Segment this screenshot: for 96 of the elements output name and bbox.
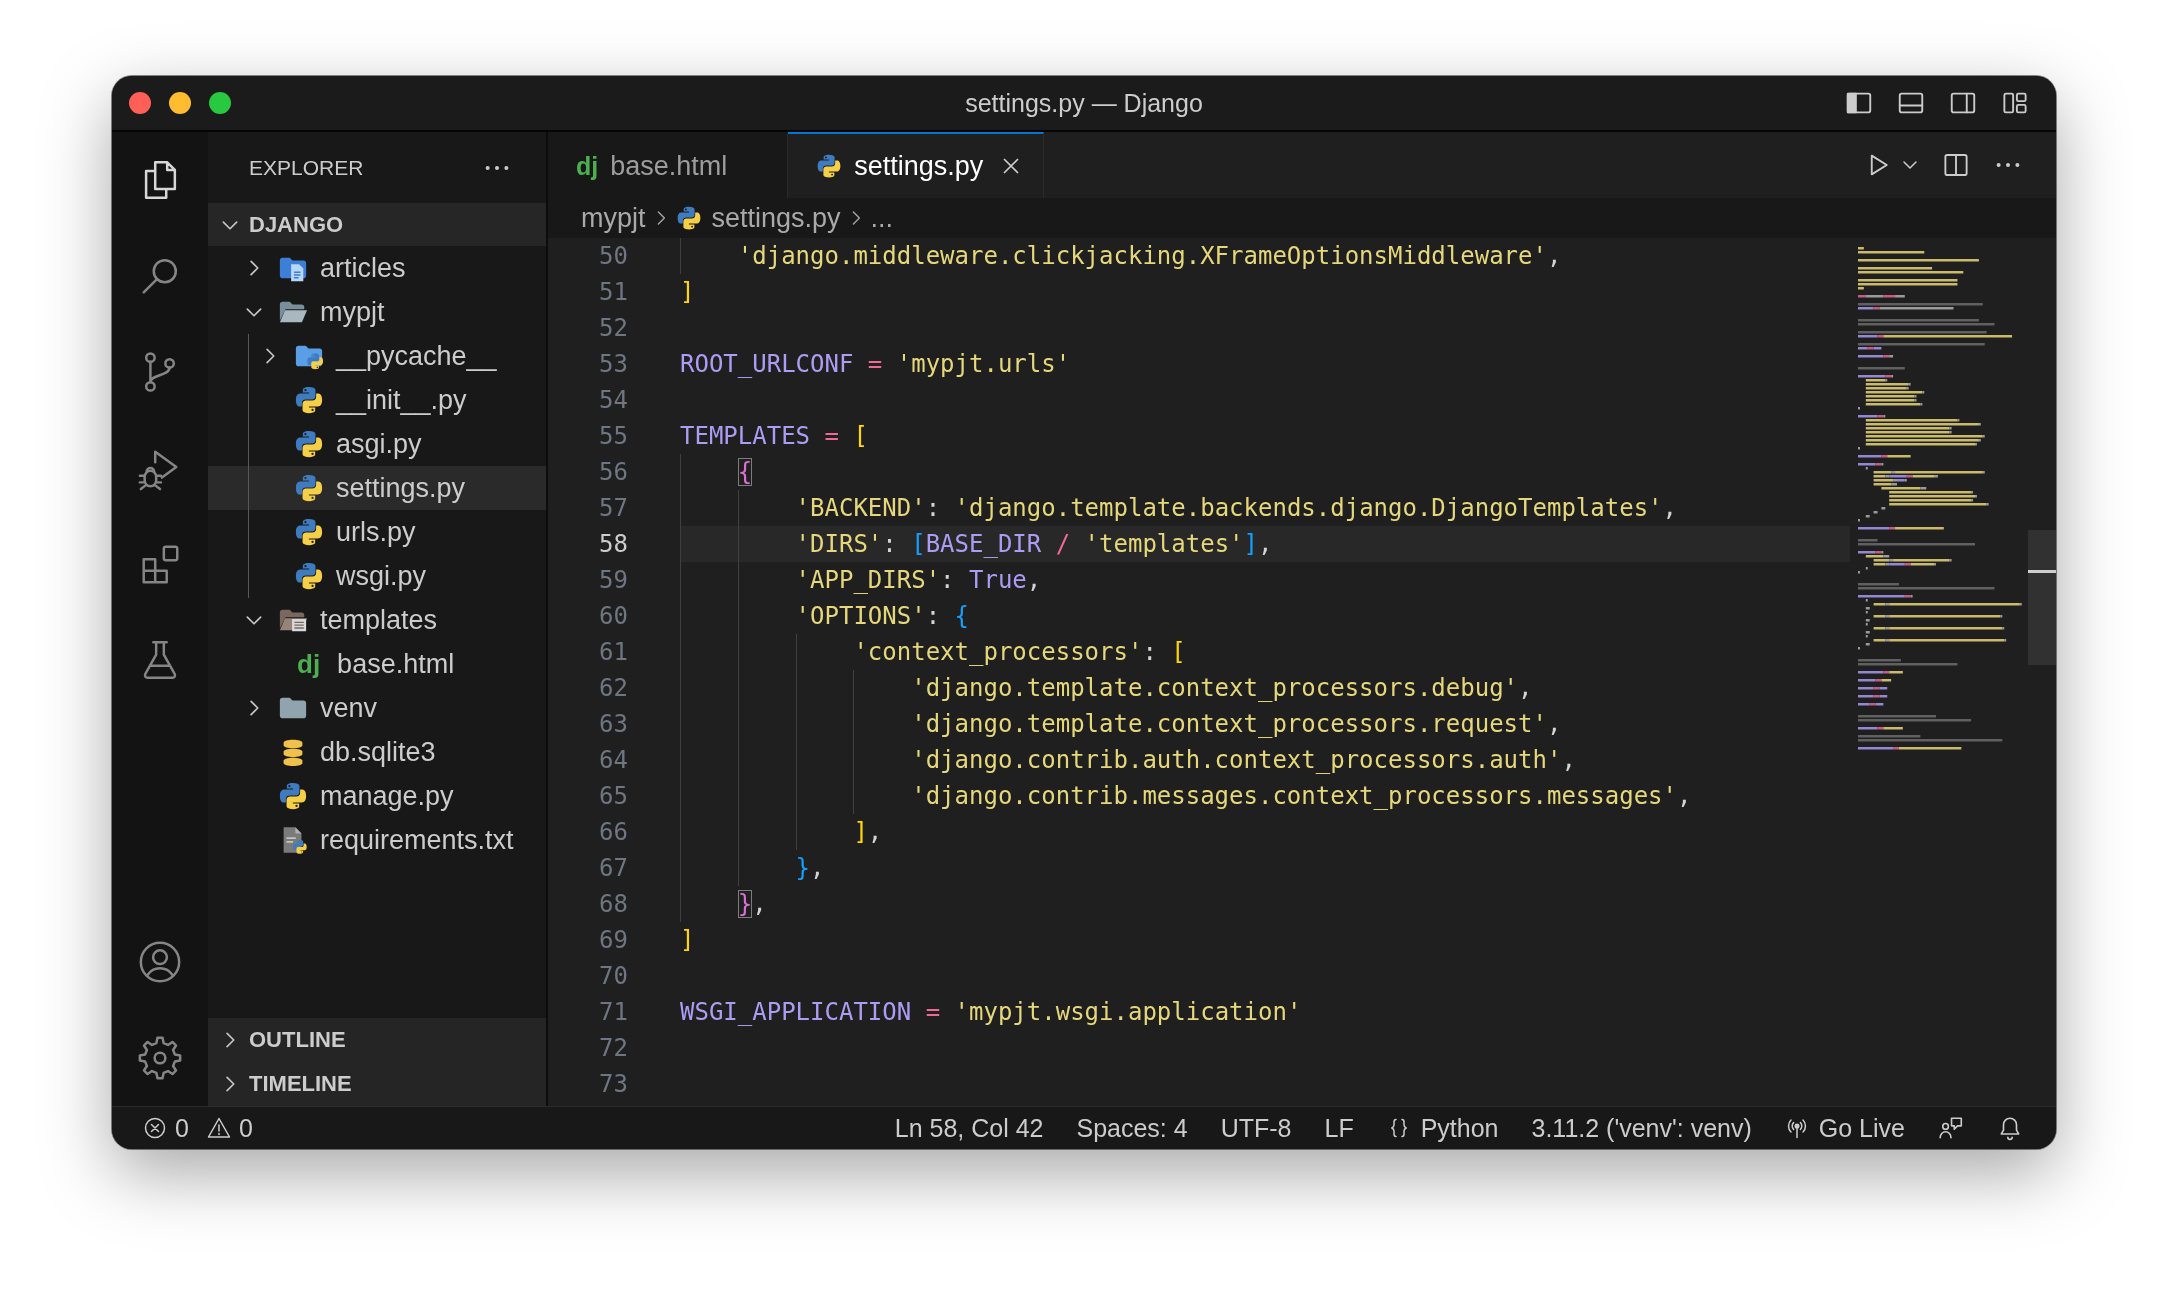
line-number: 58 xyxy=(599,530,628,558)
line-number: 70 xyxy=(599,962,628,990)
line-number: 61 xyxy=(599,638,628,666)
line-number: 59 xyxy=(599,566,628,594)
section-header[interactable]: TIMELINE xyxy=(208,1062,546,1106)
line-number: 56 xyxy=(599,458,628,486)
warning-count[interactable]: 0 xyxy=(238,1113,253,1143)
code-line: 'django.contrib.messages.context_processors.messages', xyxy=(911,781,1692,812)
tree-item[interactable]: venv xyxy=(208,686,546,730)
line-number: 65 xyxy=(599,782,628,810)
python-icon xyxy=(294,385,324,415)
python-icon xyxy=(278,781,308,811)
line-number: 51 xyxy=(599,278,628,306)
line-number: 62 xyxy=(599,674,628,702)
python-icon xyxy=(816,153,843,179)
status-item[interactable]: UTF-8 xyxy=(1220,1113,1292,1143)
code-line: 'django.template.context_processors.request', xyxy=(911,709,1562,740)
status-item[interactable]: 3.11.2 ('venv': venv) xyxy=(1531,1113,1752,1143)
status-item[interactable]: Ln 58, Col 42 xyxy=(894,1113,1044,1143)
line-number: 57 xyxy=(599,494,628,522)
line-number: 68 xyxy=(599,890,628,918)
error-icon[interactable] xyxy=(143,1116,167,1140)
line-number: 52 xyxy=(599,314,628,342)
python-icon xyxy=(294,561,324,591)
code-line: WSGI_APPLICATION = 'mypjt.wsgi.application' xyxy=(680,997,1302,1028)
breadcrumb-item[interactable]: mypjt xyxy=(581,202,646,234)
tree-item[interactable]: requirements.txt xyxy=(208,818,546,862)
code-line: TEMPLATES = [ xyxy=(680,421,868,452)
editor-tab[interactable]: dj base.html xyxy=(548,132,789,198)
status-item[interactable]: LF xyxy=(1324,1113,1354,1143)
editor-tab[interactable]: settings.py xyxy=(788,132,1045,198)
line-number: 67 xyxy=(599,854,628,882)
code-line: 'django.middleware.clickjacking.XFrameOptionsMiddleware', xyxy=(737,241,1562,272)
tree-item[interactable]: templates xyxy=(208,598,546,642)
python-icon xyxy=(294,429,324,459)
line-number: 71 xyxy=(599,998,628,1026)
python-icon xyxy=(294,517,324,547)
python-icon xyxy=(675,205,702,231)
status-item[interactable]: Spaces: 4 xyxy=(1076,1113,1188,1143)
window-title: settings.py — Django xyxy=(965,88,1203,118)
code-line: ROOT_URLCONF = 'mypjt.urls' xyxy=(680,349,1071,380)
line-number: 63 xyxy=(599,710,628,738)
code-line: 'APP_DIRS': True, xyxy=(795,565,1042,596)
window-minimize-button[interactable] xyxy=(169,92,191,114)
django-icon: dj xyxy=(576,151,599,181)
line-number: 72 xyxy=(599,1034,628,1062)
window-zoom-button[interactable] xyxy=(209,92,231,114)
tree-item[interactable]: settings.py xyxy=(208,466,546,510)
code-line: 'DIRS': [BASE_DIR / 'templates'], xyxy=(795,529,1273,560)
tree-item[interactable]: urls.py xyxy=(208,510,546,554)
tree-item[interactable]: asgi.py xyxy=(208,422,546,466)
account-icon[interactable] xyxy=(137,939,183,985)
tree-item[interactable]: mypjt xyxy=(208,290,546,334)
tree-item[interactable]: __init__.py xyxy=(208,378,546,422)
django-icon: dj xyxy=(297,648,321,680)
scrollbar-thumb[interactable] xyxy=(2028,530,2056,665)
folder-header[interactable]: DJANGO xyxy=(208,203,546,246)
python-icon xyxy=(294,473,324,503)
tree-item[interactable]: wsgi.py xyxy=(208,554,546,598)
section-header[interactable]: OUTLINE xyxy=(208,1018,546,1062)
window-close-button[interactable] xyxy=(129,92,151,114)
line-number: 60 xyxy=(599,602,628,630)
code-line: { xyxy=(737,457,753,488)
code-line: 'OPTIONS': { xyxy=(795,601,969,632)
line-number: 50 xyxy=(599,242,628,270)
line-number: 53 xyxy=(599,350,628,378)
tree-item[interactable]: dj base.html xyxy=(208,642,546,686)
breadcrumb-item[interactable]: settings.py xyxy=(675,202,841,234)
code-line: }, xyxy=(795,853,825,884)
warning-icon[interactable] xyxy=(206,1116,231,1140)
code-line: 'django.contrib.auth.context_processors.auth', xyxy=(911,745,1576,776)
line-number: 73 xyxy=(599,1070,628,1098)
line-number: 66 xyxy=(599,818,628,846)
code-line: 'BACKEND': 'django.template.backends.django.DjangoTemplates', xyxy=(795,493,1677,524)
tree-item[interactable]: manage.py xyxy=(208,774,546,818)
line-number: 64 xyxy=(599,746,628,774)
tree-item[interactable]: articles xyxy=(208,246,546,290)
feedback-icon[interactable] xyxy=(1938,1115,1964,1141)
cursor-marker xyxy=(2028,570,2056,573)
tree-item[interactable]: db.sqlite3 xyxy=(208,730,546,774)
code-line: }, xyxy=(737,889,767,920)
line-number: 54 xyxy=(599,386,628,414)
line-number: 55 xyxy=(599,422,628,450)
code-line: 'django.template.context_processors.debug', xyxy=(911,673,1533,704)
line-number: 69 xyxy=(599,926,628,954)
error-count[interactable]: 0 xyxy=(175,1113,189,1143)
code-line: 'context_processors': [ xyxy=(853,637,1186,668)
code-line: ] xyxy=(680,277,695,308)
tree-item[interactable]: __pycache__ xyxy=(208,334,546,378)
breadcrumb-item[interactable]: ... xyxy=(870,202,894,234)
code-line: ], xyxy=(853,817,883,848)
settings-icon[interactable] xyxy=(137,1035,183,1081)
code-line: ] xyxy=(680,925,695,956)
go-live-status[interactable]: Go Live xyxy=(1784,1113,1905,1143)
language-status[interactable]: Python xyxy=(1386,1113,1499,1143)
explorer-title: EXPLORER xyxy=(249,155,364,180)
